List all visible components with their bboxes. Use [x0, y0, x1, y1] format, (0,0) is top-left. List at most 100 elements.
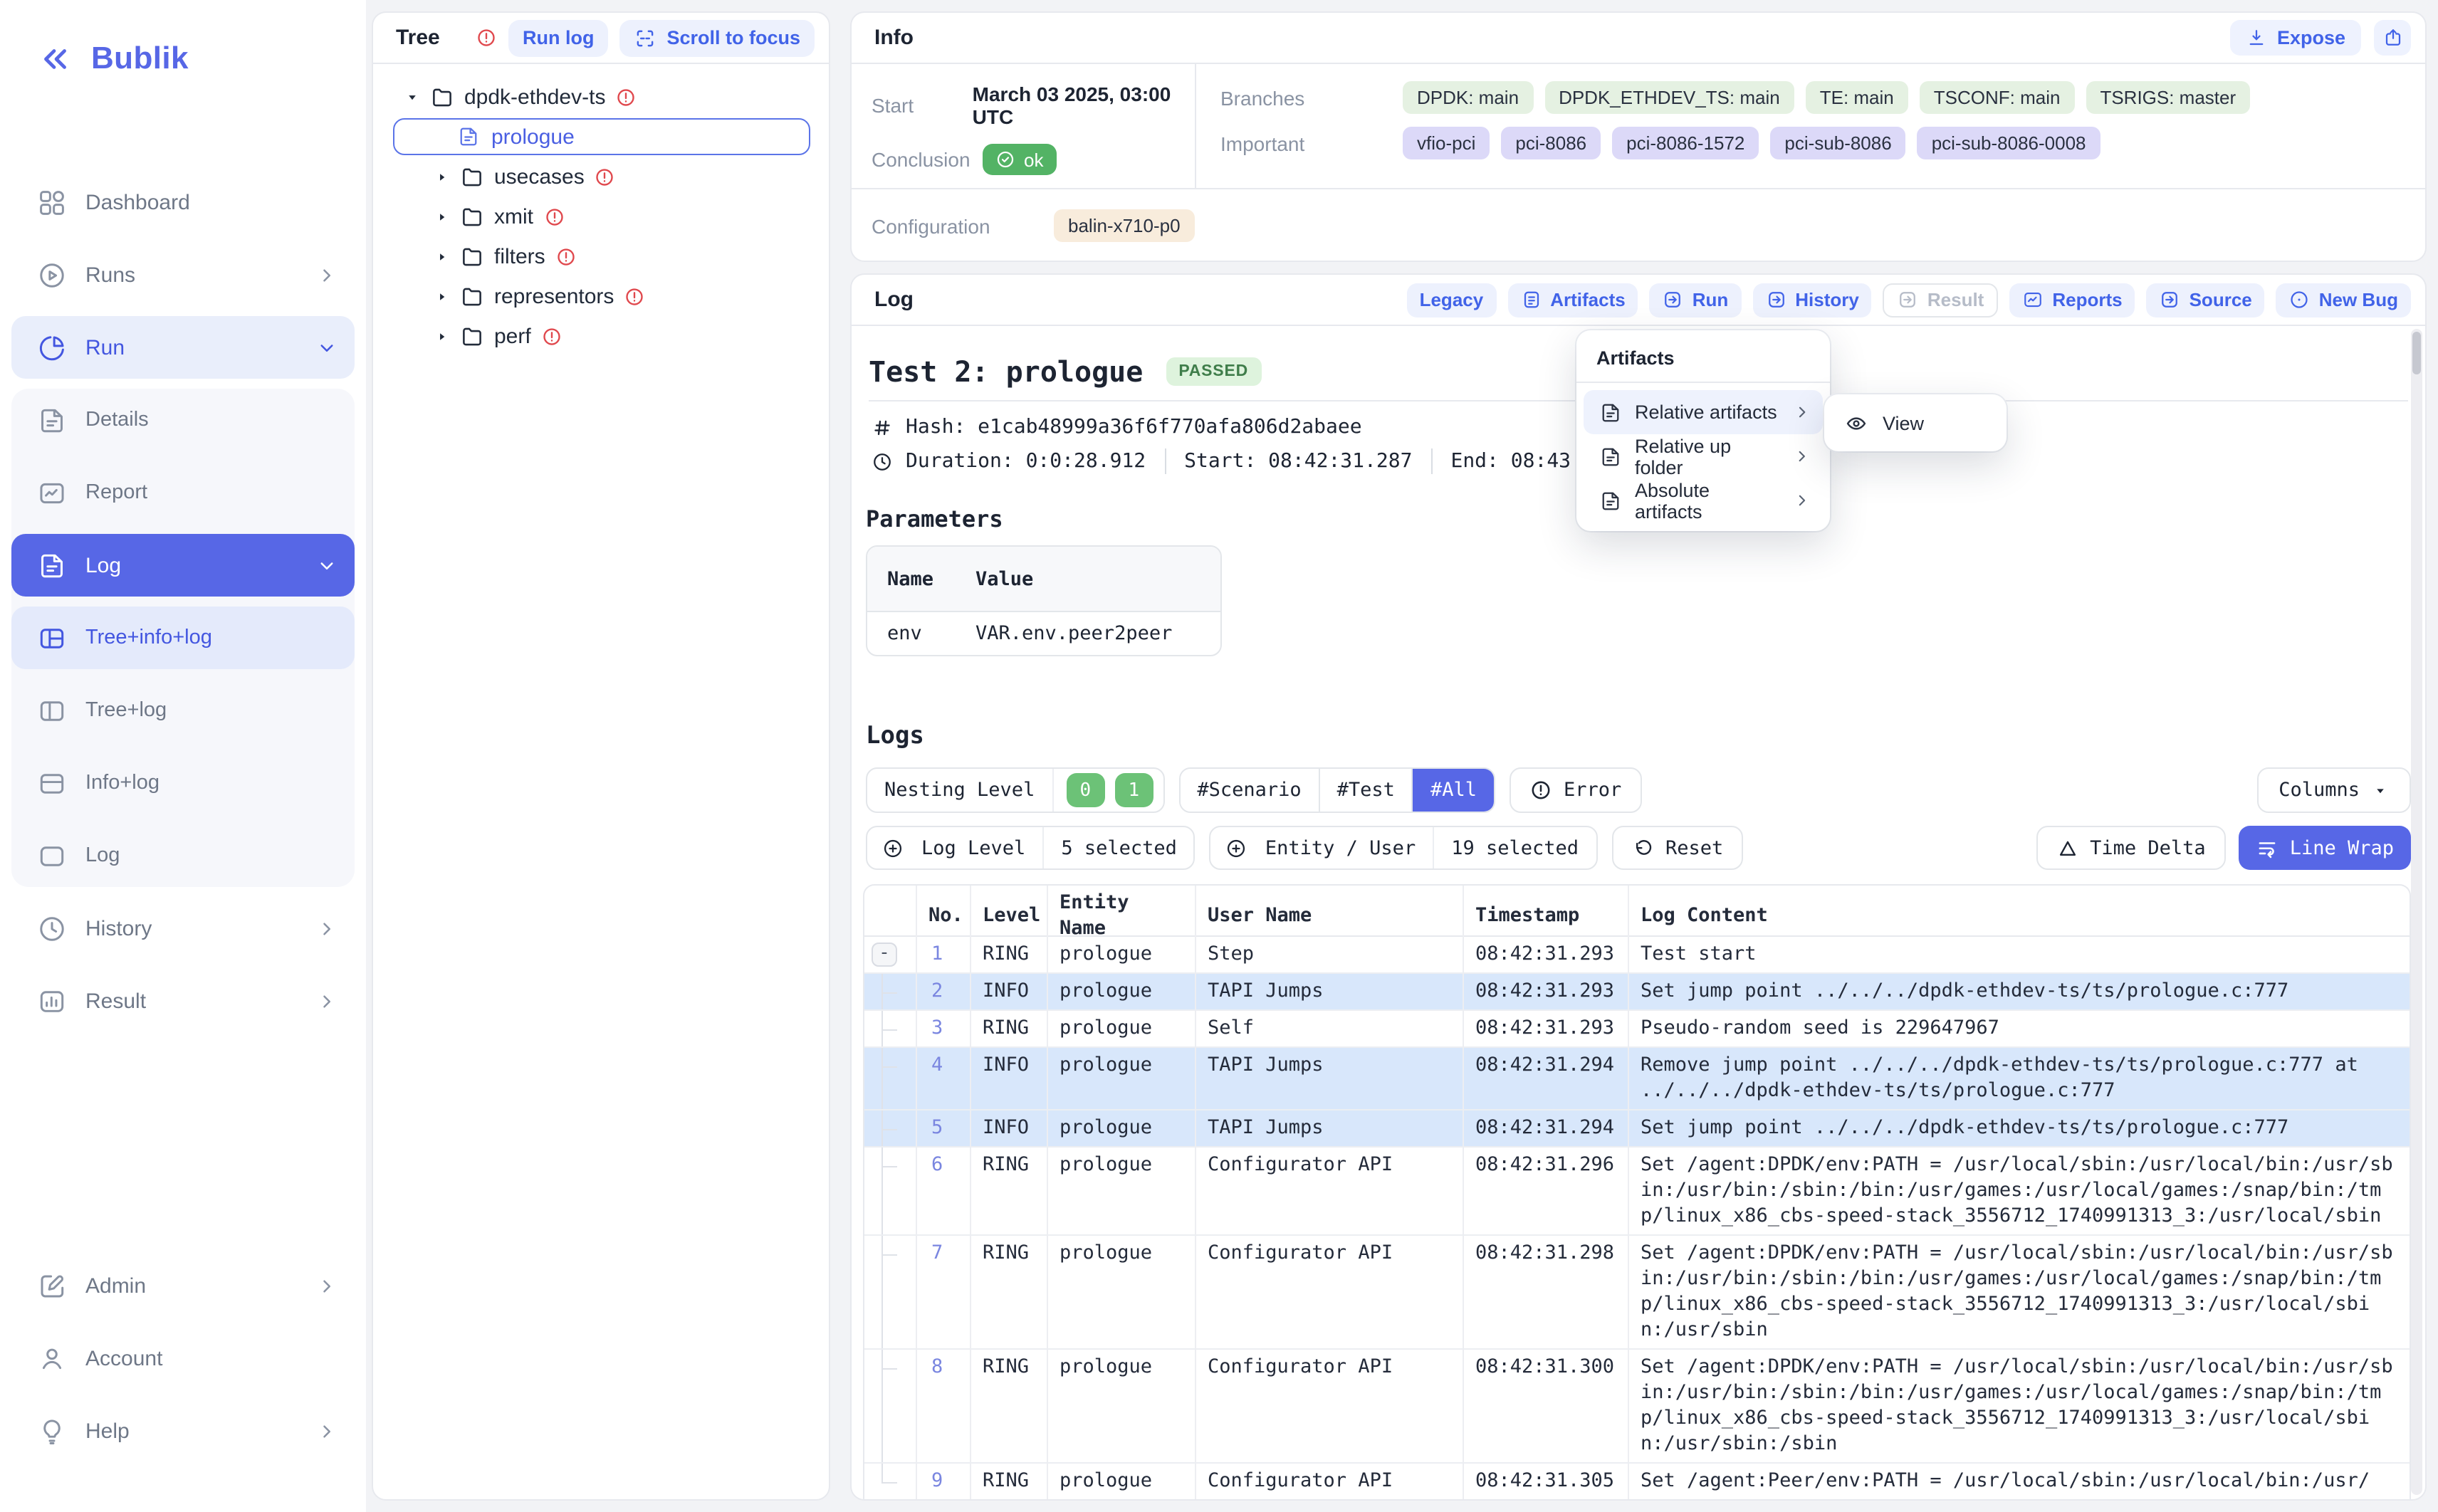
- document-icon: [37, 405, 67, 435]
- tree-node-representors[interactable]: representors: [393, 276, 809, 316]
- branch-badge: TE: main: [1806, 81, 1908, 114]
- tree-node-usecases[interactable]: usecases: [393, 157, 809, 196]
- legacy-button[interactable]: Legacy: [1407, 283, 1497, 317]
- folder-icon: [460, 164, 484, 189]
- sidebar-collapse-icon[interactable]: [37, 41, 73, 76]
- line-wrap-button[interactable]: Line Wrap: [2239, 826, 2411, 870]
- source-button[interactable]: Source: [2147, 283, 2265, 317]
- line-wrap-icon: [2256, 836, 2279, 859]
- chevron-right-icon: [316, 918, 338, 939]
- share-button[interactable]: [2374, 20, 2411, 56]
- delta-triangle-icon: [2056, 836, 2078, 859]
- tab-test[interactable]: #Test: [1320, 769, 1413, 812]
- sidebar-item-run[interactable]: Run: [11, 316, 355, 379]
- caret-right-icon[interactable]: [434, 288, 450, 304]
- alert-icon: [624, 285, 645, 307]
- sidebar-item-help[interactable]: Help: [11, 1400, 355, 1462]
- sidebar-item-info-log[interactable]: Info+log: [11, 752, 355, 814]
- run-log-button[interactable]: Run log: [508, 19, 609, 56]
- start-time-value: Start: 08:42:31.287: [1184, 450, 1412, 473]
- caret-right-icon[interactable]: [434, 248, 450, 264]
- scroll-to-focus-button[interactable]: Scroll to focus: [619, 19, 815, 56]
- artifacts-menu-title: Artifacts: [1576, 330, 1830, 383]
- tree-node-prologue-selected[interactable]: prologue: [393, 118, 810, 155]
- history-button[interactable]: History: [1752, 283, 1872, 317]
- duration-value: Duration: 0:0:28.912: [906, 450, 1146, 473]
- sidebar-item-account[interactable]: Account: [11, 1327, 355, 1390]
- divider: [1052, 769, 1053, 812]
- nesting-level-0-button[interactable]: 0: [1066, 773, 1104, 807]
- tab-scenario[interactable]: #Scenario: [1180, 769, 1319, 812]
- sidebar-item-history[interactable]: History: [11, 897, 355, 960]
- log-scrollbar-thumb[interactable]: [2412, 332, 2421, 374]
- tab-all[interactable]: #All: [1413, 769, 1494, 812]
- branch-badge: DPDK_ETHDEV_TS: main: [1544, 81, 1794, 114]
- dashboard-icon: [37, 187, 67, 217]
- run-button[interactable]: Run: [1650, 283, 1742, 317]
- log-level-filter[interactable]: Log Level 5 selected: [866, 826, 1196, 870]
- caret-down-icon[interactable]: [404, 89, 420, 105]
- important-badge: pci-sub-8086: [1770, 127, 1905, 159]
- sidebar-item-runs[interactable]: Runs: [11, 243, 355, 306]
- artifacts-button[interactable]: Artifacts: [1507, 283, 1638, 317]
- caret-right-icon[interactable]: [434, 328, 450, 344]
- reset-button[interactable]: Reset: [1611, 826, 1743, 870]
- caret-right-icon[interactable]: [434, 209, 450, 224]
- new-bug-button[interactable]: New Bug: [2276, 283, 2411, 317]
- plus-circle-icon: [881, 836, 904, 859]
- nesting-level-control: Nesting Level 0 1: [866, 767, 1164, 813]
- arrow-box-icon: [1898, 289, 1919, 310]
- columns-dropdown-button[interactable]: Columns: [2257, 767, 2411, 813]
- chevron-right-icon: [1794, 447, 1811, 466]
- important-badge: pci-sub-8086-0008: [1918, 127, 2100, 159]
- important-badge: pci-8086: [1501, 127, 1601, 159]
- tree-node-dpdk-ethdev-ts[interactable]: dpdk-ethdev-ts: [393, 77, 809, 117]
- alert-icon: [595, 166, 616, 187]
- param-row: env VAR.env.peer2peer: [867, 612, 1220, 655]
- sidebar-item-dashboard[interactable]: Dashboard: [11, 171, 355, 233]
- sidebar-item-log-only[interactable]: Log: [11, 824, 355, 887]
- download-icon: [2246, 27, 2267, 48]
- menu-item-relative-artifacts[interactable]: Relative artifacts: [1584, 390, 1823, 434]
- chevron-right-icon: [1793, 403, 1811, 421]
- clock-icon: [37, 913, 67, 943]
- branch-badge: TSCONF: main: [1920, 81, 2075, 114]
- tree-node-perf[interactable]: perf: [393, 316, 809, 356]
- menu-item-relative-up-folder[interactable]: Relative up folder: [1584, 434, 1823, 478]
- tree-node-xmit[interactable]: xmit: [393, 196, 809, 236]
- submenu-item-view[interactable]: View: [1824, 394, 2007, 451]
- artifacts-dropdown-menu: Artifacts Relative artifacts Relative up…: [1576, 330, 1830, 531]
- logo-text: Bublik: [91, 40, 189, 77]
- folder-icon: [460, 284, 484, 308]
- configuration-badge[interactable]: balin-x710-p0: [1054, 209, 1195, 242]
- share-icon: [2382, 27, 2403, 48]
- sidebar-item-log[interactable]: Log: [11, 534, 355, 597]
- log-table-row: 7 RING prologue Configurator API 08:42:3…: [864, 1236, 2410, 1350]
- status-badge: PASSED: [1166, 357, 1261, 386]
- sidebar-item-result[interactable]: Result: [11, 970, 355, 1032]
- tree-node-filters[interactable]: filters: [393, 236, 809, 276]
- alert-icon: [555, 246, 577, 267]
- expose-button[interactable]: Expose: [2230, 20, 2361, 56]
- log-panel-title: Log: [874, 288, 914, 312]
- folder-icon: [460, 204, 484, 229]
- important-badge: pci-8086-1572: [1612, 127, 1759, 159]
- reports-button[interactable]: Reports: [2009, 283, 2135, 317]
- sidebar-item-report[interactable]: Report: [11, 461, 355, 524]
- chevron-right-icon: [316, 264, 338, 285]
- entity-user-filter[interactable]: Entity / User 19 selected: [1210, 826, 1597, 870]
- alert-icon: [1529, 779, 1552, 802]
- result-button: Result: [1883, 283, 1998, 317]
- time-delta-button[interactable]: Time Delta: [2036, 826, 2226, 870]
- tree-body: dpdk-ethdev-ts prologue usecases xmit: [373, 64, 829, 369]
- branch-badge: TSRIGS: master: [2086, 81, 2250, 114]
- error-filter-button[interactable]: Error: [1510, 767, 1641, 813]
- sidebar-item-tree-info-log[interactable]: Tree+info+log: [11, 607, 355, 669]
- caret-right-icon[interactable]: [434, 169, 450, 184]
- sidebar-item-admin[interactable]: Admin: [11, 1254, 355, 1317]
- menu-item-absolute-artifacts[interactable]: Absolute artifacts: [1584, 478, 1823, 523]
- nesting-level-1-button[interactable]: 1: [1114, 773, 1153, 807]
- collapse-row-button[interactable]: -: [872, 943, 897, 967]
- sidebar-item-tree-log[interactable]: Tree+log: [11, 679, 355, 742]
- sidebar-item-details[interactable]: Details: [11, 389, 355, 451]
